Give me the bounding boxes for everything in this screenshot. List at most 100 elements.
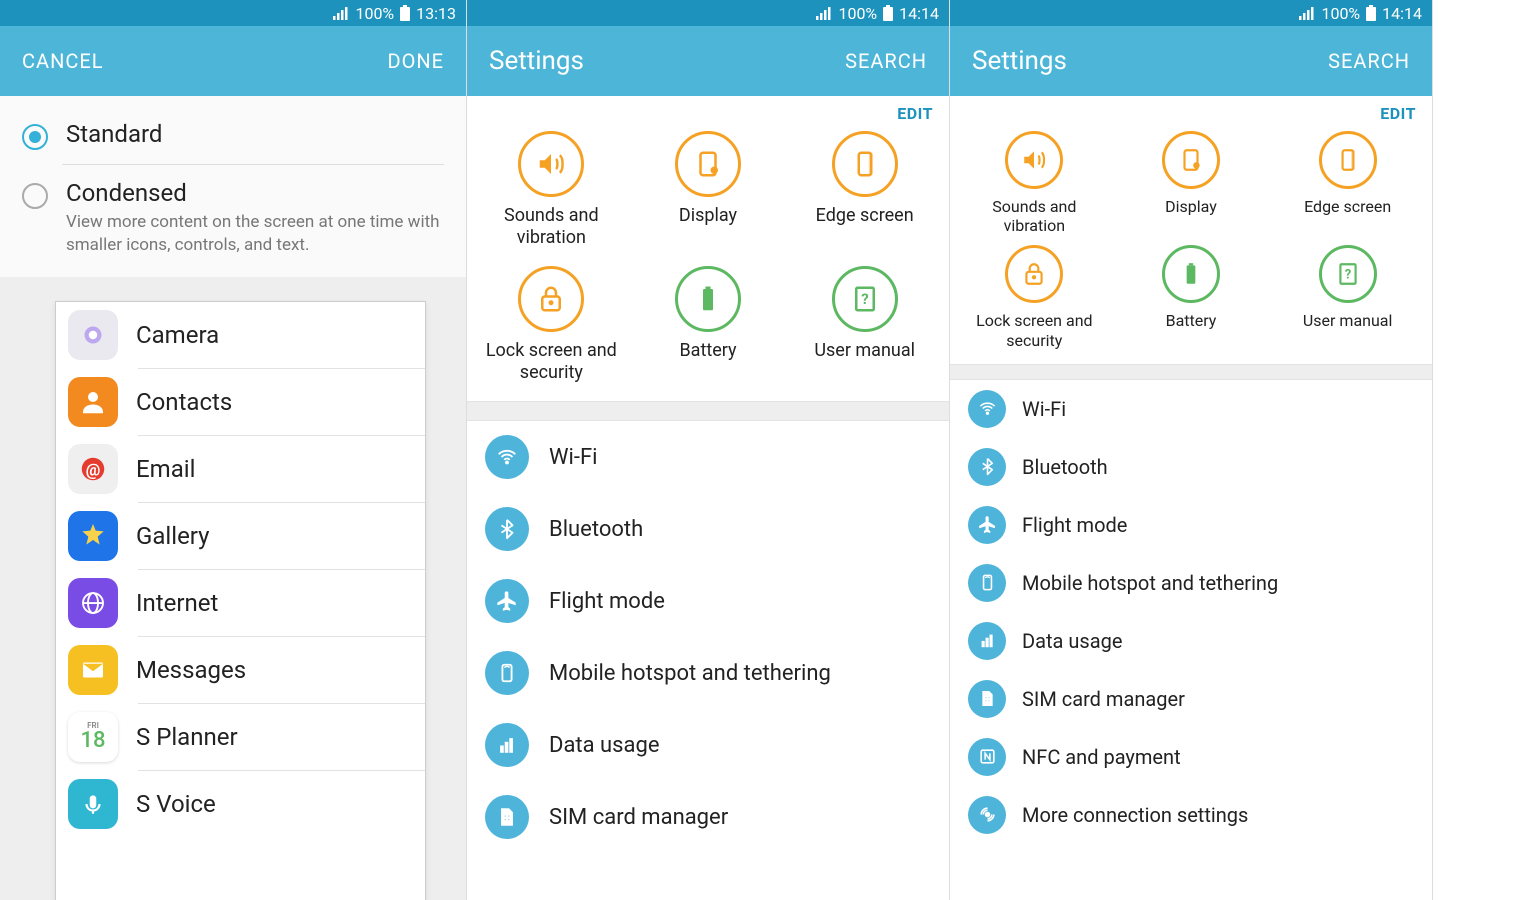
- section-gap: [467, 401, 949, 421]
- status-time: 14:14: [1382, 4, 1422, 23]
- svoice-icon: [68, 779, 118, 829]
- quick-edge[interactable]: Edge screen: [786, 131, 943, 248]
- app-label: Contacts: [136, 388, 232, 416]
- quick-lock[interactable]: Lock screen and security: [473, 266, 630, 383]
- messages-icon: [68, 645, 118, 695]
- battery-pct: 100%: [355, 4, 394, 23]
- setting-label: Wi-Fi: [1022, 397, 1066, 421]
- sim-icon: [968, 680, 1006, 718]
- lock-icon: [518, 266, 584, 332]
- status-time: 13:13: [416, 4, 456, 23]
- quick-manual[interactable]: ?User manual: [786, 266, 943, 383]
- app-preview-splanner: FRI18 S Planner: [56, 704, 425, 770]
- setting-nfc[interactable]: NFC and payment: [950, 728, 1432, 786]
- quick-label: User manual: [814, 340, 915, 362]
- setting-label: SIM card manager: [1022, 687, 1185, 711]
- cancel-button[interactable]: CANCEL: [22, 49, 104, 73]
- status-bar: 100% 14:14: [467, 0, 949, 26]
- svg-text:@: @: [86, 460, 101, 479]
- app-label: S Planner: [136, 723, 238, 751]
- quick-sound[interactable]: Sounds and vibration: [473, 131, 630, 248]
- bluetooth-icon: [485, 507, 529, 551]
- quick-battery[interactable]: Battery: [630, 266, 787, 383]
- setting-bluetooth[interactable]: Bluetooth: [950, 438, 1432, 496]
- quick-lock[interactable]: Lock screen and security: [956, 245, 1113, 349]
- quick-display[interactable]: Display: [1113, 131, 1270, 235]
- signal-icon: [816, 6, 832, 20]
- setting-label: More connection settings: [1022, 803, 1248, 827]
- action-bar: CANCEL DONE: [0, 26, 466, 96]
- edit-button[interactable]: EDIT: [1380, 104, 1416, 123]
- manual-icon: ?: [1319, 245, 1377, 303]
- quick-label: Display: [679, 205, 737, 227]
- page-title: Settings: [972, 46, 1067, 76]
- battery-icon: [675, 266, 741, 332]
- hotspot-icon: [968, 564, 1006, 602]
- setting-flight[interactable]: Flight mode: [950, 496, 1432, 554]
- setting-label: Bluetooth: [1022, 455, 1108, 479]
- setting-label: SIM card manager: [549, 805, 728, 830]
- done-button[interactable]: DONE: [387, 49, 444, 73]
- app-preview-email: @ Email: [56, 436, 425, 502]
- edit-row: EDIT: [467, 96, 949, 127]
- battery-icon: [400, 5, 410, 21]
- signal-icon: [1299, 6, 1315, 20]
- option-condensed[interactable]: Condensed View more content on the scree…: [0, 165, 466, 271]
- quick-manual[interactable]: ?User manual: [1269, 245, 1426, 349]
- panel-settings-condensed: 100% 14:14 Settings SEARCH EDIT Sounds a…: [950, 0, 1433, 900]
- setting-more[interactable]: More connection settings: [950, 786, 1432, 844]
- splanner-icon: FRI18: [68, 712, 118, 762]
- search-button[interactable]: SEARCH: [845, 49, 927, 73]
- quick-sound[interactable]: Sounds and vibration: [956, 131, 1113, 235]
- bluetooth-icon: [968, 448, 1006, 486]
- option-standard[interactable]: Standard: [0, 106, 466, 164]
- radio-unchecked-icon: [22, 183, 48, 209]
- quick-battery[interactable]: Battery: [1113, 245, 1270, 349]
- setting-wifi[interactable]: Wi-Fi: [467, 421, 949, 493]
- quick-label: Sounds and vibration: [477, 205, 626, 248]
- preview-area: Camera Contacts @ Email Gallery Internet Messa…: [0, 277, 466, 900]
- app-label: Internet: [136, 589, 218, 617]
- settings-list: Wi-Fi Bluetooth Flight mode Mobile hotspot …: [950, 380, 1432, 900]
- app-label: S Voice: [136, 790, 216, 818]
- quick-label: Lock screen and security: [477, 340, 626, 383]
- setting-bluetooth[interactable]: Bluetooth: [467, 493, 949, 565]
- setting-label: Data usage: [549, 733, 660, 758]
- setting-label: Bluetooth: [549, 517, 643, 542]
- setting-data[interactable]: Data usage: [467, 709, 949, 781]
- quick-label: Display: [1165, 197, 1217, 216]
- setting-hotspot[interactable]: Mobile hotspot and tethering: [950, 554, 1432, 612]
- edit-row: EDIT: [950, 96, 1432, 127]
- wifi-icon: [968, 390, 1006, 428]
- quick-settings-grid: Sounds and vibration Display Edge screen Lo…: [950, 127, 1432, 364]
- app-preview-internet: Internet: [56, 570, 425, 636]
- app-preview-messages: Messages: [56, 637, 425, 703]
- battery-icon: [1366, 5, 1376, 21]
- quick-display[interactable]: Display: [630, 131, 787, 248]
- hotspot-icon: [485, 651, 529, 695]
- scale-options: Standard Condensed View more content on …: [0, 96, 466, 277]
- setting-data[interactable]: Data usage: [950, 612, 1432, 670]
- battery-icon: [1162, 245, 1220, 303]
- signal-icon: [333, 6, 349, 20]
- app-preview-camera: Camera: [56, 302, 425, 368]
- setting-hotspot[interactable]: Mobile hotspot and tethering: [467, 637, 949, 709]
- app-preview-gallery: Gallery: [56, 503, 425, 569]
- quick-edge[interactable]: Edge screen: [1269, 131, 1426, 235]
- setting-label: Mobile hotspot and tethering: [1022, 571, 1278, 595]
- setting-wifi[interactable]: Wi-Fi: [950, 380, 1432, 438]
- edit-button[interactable]: EDIT: [897, 104, 933, 123]
- setting-sim[interactable]: SIM card manager: [950, 670, 1432, 728]
- setting-flight[interactable]: Flight mode: [467, 565, 949, 637]
- search-button[interactable]: SEARCH: [1328, 49, 1410, 73]
- app-label: Email: [136, 455, 195, 483]
- panel-display-scale: 100% 13:13 CANCEL DONE Standard Condense…: [0, 0, 467, 900]
- setting-label: Mobile hotspot and tethering: [549, 661, 831, 686]
- setting-sim[interactable]: SIM card manager: [467, 781, 949, 853]
- edge-icon: [832, 131, 898, 197]
- nfc-icon: [968, 738, 1006, 776]
- internet-icon: [68, 578, 118, 628]
- sim-icon: [485, 795, 529, 839]
- quick-label: Sounds and vibration: [960, 197, 1109, 235]
- action-bar: Settings SEARCH: [467, 26, 949, 96]
